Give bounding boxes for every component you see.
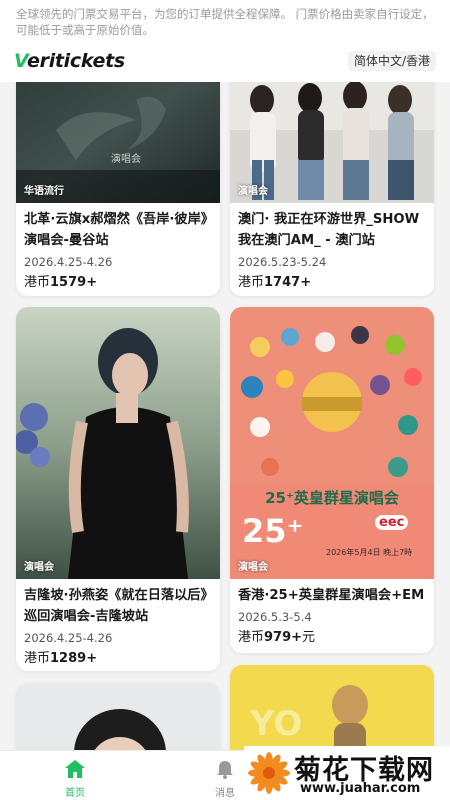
event-card[interactable]: 25⁺英皇群星演唱会 25⁺ eec 2026年5月4日 晚上7時 演唱会 香港… [230,307,434,653]
event-title: 澳门· 我正在环游世界_SHOW我在澳门AM_ - 澳门站 [238,212,420,248]
logo-text: eritickets [27,50,125,72]
event-date: 2026.5.3-5.4 [238,610,312,624]
category-badge: 演唱会 [238,186,268,197]
poster-brand: eec [375,515,409,530]
price-currency: 港币 [24,275,51,290]
top-header: 全球领先的门票交易平台，为您的订单提供全程保障。 门票价格由卖家自行设定，可能低… [0,0,450,82]
svg-text:YO: YO [249,704,302,744]
price-suffix: 元 [302,630,316,645]
poster-caption: 演唱会 [111,154,141,165]
event-title: 香港·25+英皇群星演唱会+EM [238,588,425,603]
flower-logo-icon [248,752,290,794]
platform-notice: 全球领先的门票交易平台，为您的订单提供全程保障。 门票价格由卖家自行设定，可能低… [16,7,434,37]
event-info: 北革·云旗x郝熠然《吾岸·彼岸》演唱会-曼谷站 2026.4.25-4.26 港… [24,209,212,292]
nav-home-label: 首页 [65,788,85,799]
event-title: 吉隆坡·孙燕姿《就在日落以后》巡回演唱会-吉隆坡站 [24,588,208,624]
watermark-url: www.juahar.com [300,781,421,796]
price-value: 1579+ [50,275,98,290]
event-card[interactable]: 演唱会 澳门· 我正在环游世界_SHOW我在澳门AM_ - 澳门站 2026.5… [230,60,434,296]
event-info: 吉隆坡·孙燕姿《就在日落以后》巡回演唱会-吉隆坡站 2026.4.25-4.26… [24,585,212,668]
poster-big-number: 25⁺ [242,512,304,550]
price-currency: 港币 [238,630,265,645]
home-icon [65,760,85,778]
event-price: 港币1747+ [238,274,426,292]
event-info: 香港·25+英皇群星演唱会+EM 2026.5.3-5.4 港币979+元 [238,585,426,647]
price-currency: 港币 [24,651,51,666]
poster-title: 25⁺英皇群星演唱会 [265,489,399,507]
event-date: 2026.5.23-5.24 [238,255,327,269]
price-currency: 港币 [238,275,265,290]
price-value: 979+ [264,630,303,645]
event-card[interactable]: 演唱会 吉隆坡·孙燕姿《就在日落以后》巡回演唱会-吉隆坡站 2026.4.25-… [16,307,220,671]
language-selector[interactable]: 简体中文/香港 [347,51,436,71]
event-info: 澳门· 我正在环游世界_SHOW我在澳门AM_ - 澳门站 2026.5.23-… [238,209,426,292]
price-value: 1747+ [264,275,312,290]
category-badge: 演唱会 [24,562,54,573]
event-price: 港币1579+ [24,274,212,292]
event-date: 2026.4.25-4.26 [24,631,113,645]
event-poster: 25⁺英皇群星演唱会 25⁺ eec 2026年5月4日 晚上7時 演唱会 [230,307,434,579]
event-title: 北革·云旗x郝熠然《吾岸·彼岸》演唱会-曼谷站 [24,212,208,248]
poster-date: 2026年5月4日 晚上7時 [326,548,413,557]
logo-mark: V [14,50,28,72]
event-price: 港币979+元 [238,629,426,647]
event-date: 2026.4.25-4.26 [24,255,113,269]
category-badge: 演唱会 [238,562,268,573]
event-card[interactable]: 演唱会 华语流行 北革·云旗x郝熠然《吾岸·彼岸》演唱会-曼谷站 2026.4.… [16,60,220,296]
price-value: 1289+ [50,651,98,666]
nav-home[interactable]: 首页 [45,759,105,799]
watermark-overlay: 菊花下载网 www.juahar.com [244,746,450,800]
category-badge: 华语流行 [24,186,64,197]
event-poster: 演唱会 [16,307,220,579]
bell-icon [217,761,233,779]
veritickets-logo[interactable]: Veritickets [14,50,125,72]
app-screen: 全球领先的门票交易平台，为您的订单提供全程保障。 门票价格由卖家自行设定，可能低… [0,0,450,800]
event-price: 港币1289+ [24,650,212,668]
